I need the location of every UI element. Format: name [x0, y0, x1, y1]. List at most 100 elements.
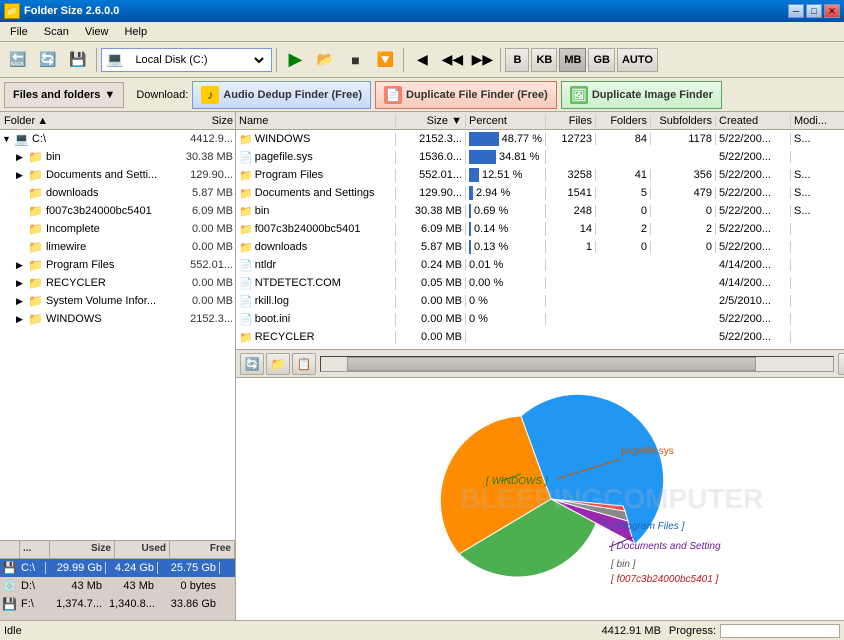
file-row[interactable]: 📁Program Files 552.01... 12.51 % 3258 41… [236, 166, 844, 184]
file-size: 129.90... [396, 187, 466, 199]
file-row[interactable]: 📄ntldr 0.24 MB 0.01 % 4/14/200... [236, 256, 844, 274]
tree-item[interactable]: ▼ 💻 C:\ 4412.9... [0, 130, 235, 148]
toolbar: 🔙 🔄 💾 💻 Local Disk (C:) ▶ 📂 ■ 🔽 ◀ ◀◀ ▶▶ … [0, 42, 844, 78]
file-row[interactable]: 📁bin 30.38 MB 0.69 % 248 0 0 5/22/200...… [236, 202, 844, 220]
stop-button[interactable]: ■ [341, 46, 369, 74]
nav-prev-button[interactable]: ◀ [408, 46, 436, 74]
col-size[interactable]: Size ▼ [396, 115, 466, 127]
file-row[interactable]: 📄boot.ini 0.00 MB 0 % 5/22/200... [236, 310, 844, 328]
tree-item[interactable]: ▶ 📁 RECYCLER 0.00 MB [0, 274, 235, 292]
dup-image-label: Duplicate Image Finder [592, 89, 713, 101]
expander-icon[interactable]: ▶ [16, 152, 28, 163]
file-size: 0.00 MB [396, 295, 466, 307]
drive-row[interactable]: 💾 C:\ 29.99 Gb 4.24 Gb 25.75 Gb [0, 559, 235, 577]
col-folders[interactable]: Folders [596, 115, 651, 127]
file-row[interactable]: 📁downloads 5.87 MB 0.13 % 1 0 0 5/22/200… [236, 238, 844, 256]
back-button[interactable]: 🔙 [4, 46, 32, 74]
right-panel: Name Size ▼ Percent Files Folders Subfol… [236, 112, 844, 620]
file-folders: 5 [596, 187, 651, 199]
expander-icon[interactable]: ▶ [16, 278, 28, 289]
filter-button[interactable]: 🔽 [371, 46, 399, 74]
save-button[interactable]: 💾 [64, 46, 92, 74]
drive-row[interactable]: 💿 D:\ 43 Mb 43 Mb 0 bytes [0, 577, 235, 595]
file-row[interactable]: 📄rkill.log 0.00 MB 0 % 2/5/2010... [236, 292, 844, 310]
tree-item[interactable]: ▶ 📁 System Volume Infor... 0.00 MB [0, 292, 235, 310]
file-created: 4/14/200... [716, 259, 791, 271]
drive-icon-f: 💾 [0, 597, 18, 611]
file-files: 248 [546, 205, 596, 217]
tree-item[interactable]: 📁 limewire 0.00 MB [0, 238, 235, 256]
file-created: 4/14/200... [716, 277, 791, 289]
menu-file[interactable]: File [2, 24, 36, 40]
tree-item[interactable]: 📁 Incomplete 0.00 MB [0, 220, 235, 238]
drive-name-f: F:\ [18, 598, 46, 610]
file-row[interactable]: 📁RECYCLER 0.00 MB 5/22/200... [236, 328, 844, 346]
menu-scan[interactable]: Scan [36, 24, 77, 40]
nav-folder-button[interactable]: 📁 [266, 353, 290, 375]
drive-name-c: C:\ [18, 562, 46, 574]
file-created: 5/22/200... [716, 223, 791, 235]
expander-icon[interactable]: ▶ [16, 296, 28, 307]
col-percent[interactable]: Percent [466, 115, 546, 127]
menu-view[interactable]: View [77, 24, 117, 40]
separator-3 [403, 48, 404, 72]
nav-fwd-button[interactable]: ▶▶ [468, 46, 496, 74]
maximize-button[interactable]: □ [806, 4, 822, 18]
menu-help[interactable]: Help [116, 24, 155, 40]
drive-row[interactable]: 💾 F:\ 1,374.7... 1,340.8... 33.86 Gb [0, 595, 235, 613]
minimize-button[interactable]: ─ [788, 4, 804, 18]
tree-item[interactable]: 📁 downloads 5.87 MB [0, 184, 235, 202]
file-row[interactable]: 📁Documents and Settings 129.90... 2.94 %… [236, 184, 844, 202]
nav-refresh-button[interactable]: 🔄 [240, 353, 264, 375]
col-created[interactable]: Created [716, 115, 791, 127]
size-b-button[interactable]: B [505, 48, 529, 72]
file-row[interactable]: 📄NTDETECT.COM 0.05 MB 0.00 % 4/14/200... [236, 274, 844, 292]
expander-icon[interactable]: ▶ [16, 260, 28, 271]
col-subfolders[interactable]: Subfolders [651, 115, 716, 127]
file-subfolders: 0 [651, 241, 716, 253]
file-files: 12723 [546, 133, 596, 145]
file-modified: S... [791, 169, 844, 181]
svg-text:pagefile.sys: pagefile.sys [621, 446, 674, 457]
file-created: 5/22/200... [716, 133, 791, 145]
size-auto-button[interactable]: AUTO [617, 48, 658, 72]
size-mb-button[interactable]: MB [559, 48, 586, 72]
col-name[interactable]: Name [236, 115, 396, 127]
nav-settings-button[interactable]: 📋 [292, 353, 316, 375]
file-row[interactable]: 📁f007c3b24000bc5401 6.09 MB 0.14 % 14 2 … [236, 220, 844, 238]
file-row[interactable]: 📁WINDOWS 2152.3... 48.77 % 12723 84 1178… [236, 130, 844, 148]
col-files[interactable]: Files [546, 115, 596, 127]
file-name: 📁RECYCLER [236, 331, 396, 344]
expander-icon[interactable]: ▼ [2, 134, 14, 144]
col-modified[interactable]: Modi... [791, 115, 844, 127]
app-title: Folder Size 2.6.0.0 [24, 5, 119, 17]
dup-image-button[interactable]: 🖼 Duplicate Image Finder [561, 81, 722, 109]
progress-bar [720, 624, 840, 638]
horizontal-scrollbar[interactable] [320, 356, 834, 372]
size-col-header[interactable]: Size [165, 115, 235, 127]
file-size: 5.87 MB [396, 241, 466, 253]
size-kb-button[interactable]: KB [531, 48, 557, 72]
tree-item[interactable]: ▶ 📁 bin 30.38 MB [0, 148, 235, 166]
tree-item[interactable]: ▶ 📁 Documents and Setti... 129.90... [0, 166, 235, 184]
title-bar: 📁 Folder Size 2.6.0.0 ─ □ ✕ [0, 0, 844, 22]
close-button[interactable]: ✕ [824, 4, 840, 18]
scan-button[interactable]: ▶ [281, 46, 309, 74]
dup-file-button[interactable]: 📄 Duplicate File Finder (Free) [375, 81, 557, 109]
audio-dedup-button[interactable]: ♪ Audio Dedup Finder (Free) [192, 81, 371, 109]
refresh-button[interactable]: 🔄 [34, 46, 62, 74]
tree-item[interactable]: ▶ 📁 WINDOWS 2152.3... [0, 310, 235, 328]
drive-name-d: D:\ [18, 580, 46, 592]
nav-back-button[interactable]: ◀◀ [438, 46, 466, 74]
folder-col-header[interactable]: Folder ▲ [0, 115, 165, 127]
expander-icon[interactable]: ▶ [16, 314, 28, 325]
drive-dropdown[interactable]: Local Disk (C:) [127, 50, 267, 70]
file-row[interactable]: 📄pagefile.sys 1536.0... 34.81 % 5/22/200… [236, 148, 844, 166]
size-gb-button[interactable]: GB [588, 48, 615, 72]
expander-icon[interactable]: ▶ [16, 170, 28, 181]
file-files: 14 [546, 223, 596, 235]
open-folder-button[interactable]: 📂 [311, 46, 339, 74]
tree-item[interactable]: 📁 f007c3b24000bc5401 6.09 MB [0, 202, 235, 220]
scroll-right-button[interactable]: ▶ [838, 353, 844, 375]
tree-item[interactable]: ▶ 📁 Program Files 552.01... [0, 256, 235, 274]
